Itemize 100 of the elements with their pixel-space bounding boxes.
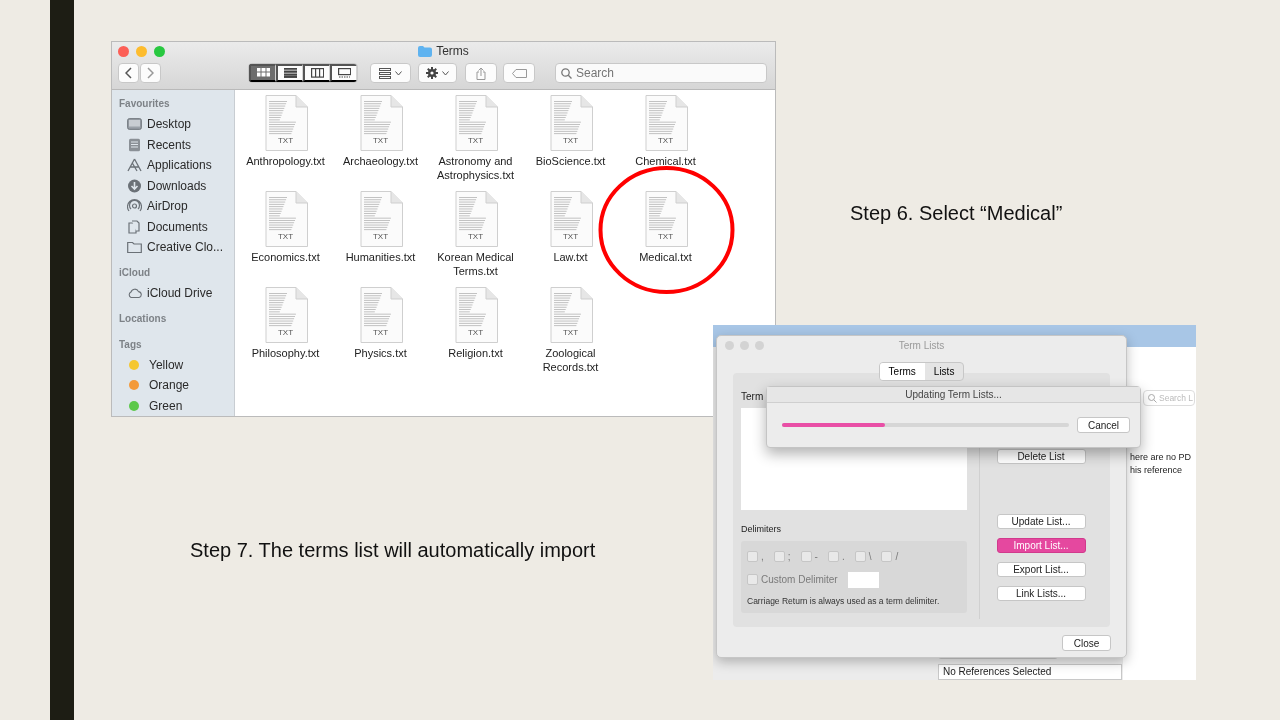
sidebar-item[interactable]: Downloads	[119, 175, 234, 196]
checkbox-label: ,	[761, 549, 764, 564]
checkbox[interactable]	[800, 550, 812, 562]
close-button[interactable]	[118, 46, 129, 57]
dialog-title: Updating Term Lists...	[767, 387, 1140, 403]
folder-icon	[127, 240, 142, 255]
back-button[interactable]	[118, 63, 139, 83]
forward-icon	[147, 67, 154, 79]
file-name[interactable]: Anthropology.txt	[239, 154, 332, 168]
view-mode-control[interactable]	[248, 63, 358, 83]
list-button[interactable]: Update List...	[996, 514, 1086, 529]
close-button[interactable]: Close	[1062, 635, 1111, 651]
download-icon	[127, 178, 142, 193]
file-name[interactable]: Law.txt	[524, 250, 617, 264]
tab[interactable]: Terms	[879, 363, 925, 380]
search-field[interactable]: Search	[555, 63, 767, 83]
checkbox[interactable]	[773, 550, 785, 562]
sidebar-heading: iCloud	[119, 266, 152, 280]
sidebar-item[interactable]: Recents	[119, 134, 234, 155]
list-button[interactable]: Delete List	[996, 449, 1086, 464]
document-icon	[263, 287, 308, 343]
file-type-label: TXT	[656, 137, 675, 145]
sidebar-item[interactable]: Documents	[119, 216, 234, 237]
checkbox[interactable]	[881, 550, 893, 562]
sidebar-item[interactable]: Orange	[119, 375, 234, 396]
tag-button[interactable]	[503, 63, 535, 83]
file-name[interactable]: Korean Medical Terms.txt	[429, 250, 522, 278]
note-text: Carriage Return is always used as a term delimiter.	[747, 594, 941, 608]
file-name[interactable]: Humanities.txt	[334, 250, 427, 264]
action-button[interactable]	[418, 63, 457, 83]
list-button[interactable]: Import List...	[996, 538, 1086, 553]
sidebar-item[interactable]: iCloud Drive	[119, 283, 234, 304]
checkbox-label: ;	[787, 549, 791, 564]
file-name[interactable]: BioScience.txt	[524, 154, 617, 168]
document-icon	[453, 287, 498, 343]
file-type-label: TXT	[276, 329, 295, 337]
window-title: Terms	[436, 43, 469, 60]
group-button[interactable]	[370, 63, 411, 83]
file-type-label: TXT	[466, 137, 485, 145]
file-name[interactable]: Physics.txt	[334, 346, 427, 360]
checkbox[interactable]	[747, 574, 758, 585]
file-type-label: TXT	[371, 233, 390, 241]
delimiter-field[interactable]	[847, 571, 879, 588]
sidebar-heading: Locations	[119, 312, 168, 326]
checkbox[interactable]	[747, 550, 758, 562]
file-type-label: TXT	[371, 137, 390, 145]
status-text: No References Selected	[938, 664, 1122, 680]
view-mode-button[interactable]	[249, 64, 276, 82]
section-label: Delimiters	[741, 523, 782, 536]
minimize-button[interactable]	[136, 46, 147, 57]
caret-icon	[442, 70, 449, 76]
checkbox-label: -	[814, 549, 818, 564]
view-mode-button[interactable]	[330, 64, 357, 82]
file-type-label: TXT	[371, 329, 390, 337]
sidebar-item[interactable]: AirDrop	[119, 196, 234, 217]
zoom-button[interactable]	[154, 46, 165, 57]
document-icon	[643, 191, 688, 247]
sidebar-item[interactable]: Creative Clo...	[119, 237, 234, 258]
file-name[interactable]: Archaeology.txt	[334, 154, 427, 168]
sidebar-item[interactable]: Green	[119, 395, 234, 416]
file-name[interactable]: Medical.txt	[619, 250, 712, 264]
sidebar-heading: Tags	[119, 337, 143, 352]
view-mode-button[interactable]	[303, 64, 330, 82]
cancel-button[interactable]: Cancel	[1077, 417, 1130, 433]
document-stack-icon	[127, 137, 142, 152]
checkbox-label: Custom Delimiter	[761, 573, 838, 587]
document-icon	[358, 95, 403, 151]
document-icon	[453, 95, 498, 151]
checkbox[interactable]	[854, 550, 866, 562]
file-name[interactable]: Religion.txt	[429, 346, 522, 360]
file-name[interactable]: Astronomy and Astrophysics.txt	[429, 154, 522, 182]
file-type-label: TXT	[561, 137, 580, 145]
list-button[interactable]: Link Lists...	[996, 586, 1086, 601]
file-name[interactable]: Chemical.txt	[619, 154, 712, 168]
file-name[interactable]: Zoological Records.txt	[524, 346, 617, 374]
tab[interactable]: Lists	[924, 363, 964, 380]
window-title: Term Lists	[898, 339, 945, 353]
file-type-label: TXT	[466, 329, 485, 337]
view-mode-button[interactable]	[276, 64, 303, 82]
document-icon	[263, 95, 308, 151]
wireless-icon	[127, 199, 142, 214]
file-name[interactable]: Economics.txt	[239, 250, 332, 264]
sidebar-item[interactable]: Desktop	[119, 114, 234, 135]
list-button[interactable]: Export List...	[996, 562, 1086, 577]
file-type-label: TXT	[466, 233, 485, 241]
file-type-label: TXT	[276, 233, 295, 241]
share-icon	[476, 66, 486, 80]
back-icon	[125, 67, 132, 79]
document-icon	[548, 95, 593, 151]
sidebar-item[interactable]: Applications	[119, 155, 234, 176]
sidebar-item[interactable]: Yellow	[119, 354, 234, 375]
document-icon	[453, 191, 498, 247]
share-button[interactable]	[465, 63, 497, 83]
file-name[interactable]: Philosophy.txt	[239, 346, 332, 360]
tag-icon	[511, 68, 527, 78]
compass-pen-icon	[127, 158, 142, 173]
list-label: Term	[741, 390, 764, 403]
document-icon	[548, 191, 593, 247]
checkbox[interactable]	[827, 550, 839, 562]
step-caption: Step 6. Select “Medical”	[850, 201, 1063, 226]
